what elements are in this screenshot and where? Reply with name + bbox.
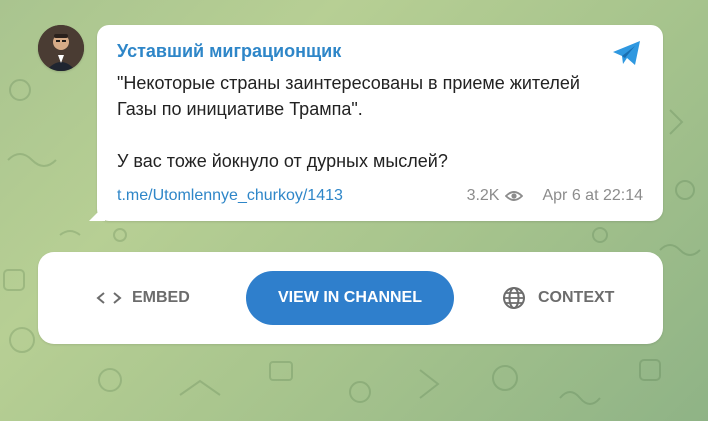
- context-label: CONTEXT: [538, 289, 615, 306]
- message-card: Уставший миграционщик "Некоторые страны …: [97, 25, 663, 221]
- eye-icon: [505, 191, 524, 201]
- post-date: Apr 6 at 22:14: [542, 187, 643, 204]
- post-link[interactable]: t.me/Utomlennye_churkoy/1413: [117, 187, 343, 205]
- views-count: 3.2K: [466, 187, 500, 204]
- telegram-icon[interactable]: [611, 39, 643, 67]
- channel-avatar[interactable]: [38, 25, 84, 71]
- message-line-2: Газы по инициативе Трампа".: [117, 99, 363, 119]
- message-line-3: У вас тоже йокнуло от дурных мыслей?: [117, 151, 448, 171]
- channel-name[interactable]: Уставший миграционщик: [117, 39, 643, 63]
- embed-button[interactable]: EMBED: [96, 252, 190, 344]
- message-stats: 3.2K Apr 6 at 22:14: [467, 187, 643, 205]
- message-meta: t.me/Utomlennye_churkoy/1413 3.2K Apr 6 …: [117, 185, 643, 207]
- view-in-channel-button[interactable]: VIEW IN CHANNEL: [246, 271, 454, 325]
- code-brackets-icon: [96, 292, 122, 304]
- message-line-1: "Некоторые страны заинтересованы в прием…: [117, 73, 580, 93]
- embed-label: EMBED: [132, 289, 190, 306]
- context-button[interactable]: CONTEXT: [502, 252, 614, 344]
- globe-icon: [503, 287, 525, 309]
- message-text: "Некоторые страны заинтересованы в прием…: [117, 70, 643, 174]
- actions-bar: EMBED VIEW IN CHANNEL CONTEXT: [38, 252, 663, 344]
